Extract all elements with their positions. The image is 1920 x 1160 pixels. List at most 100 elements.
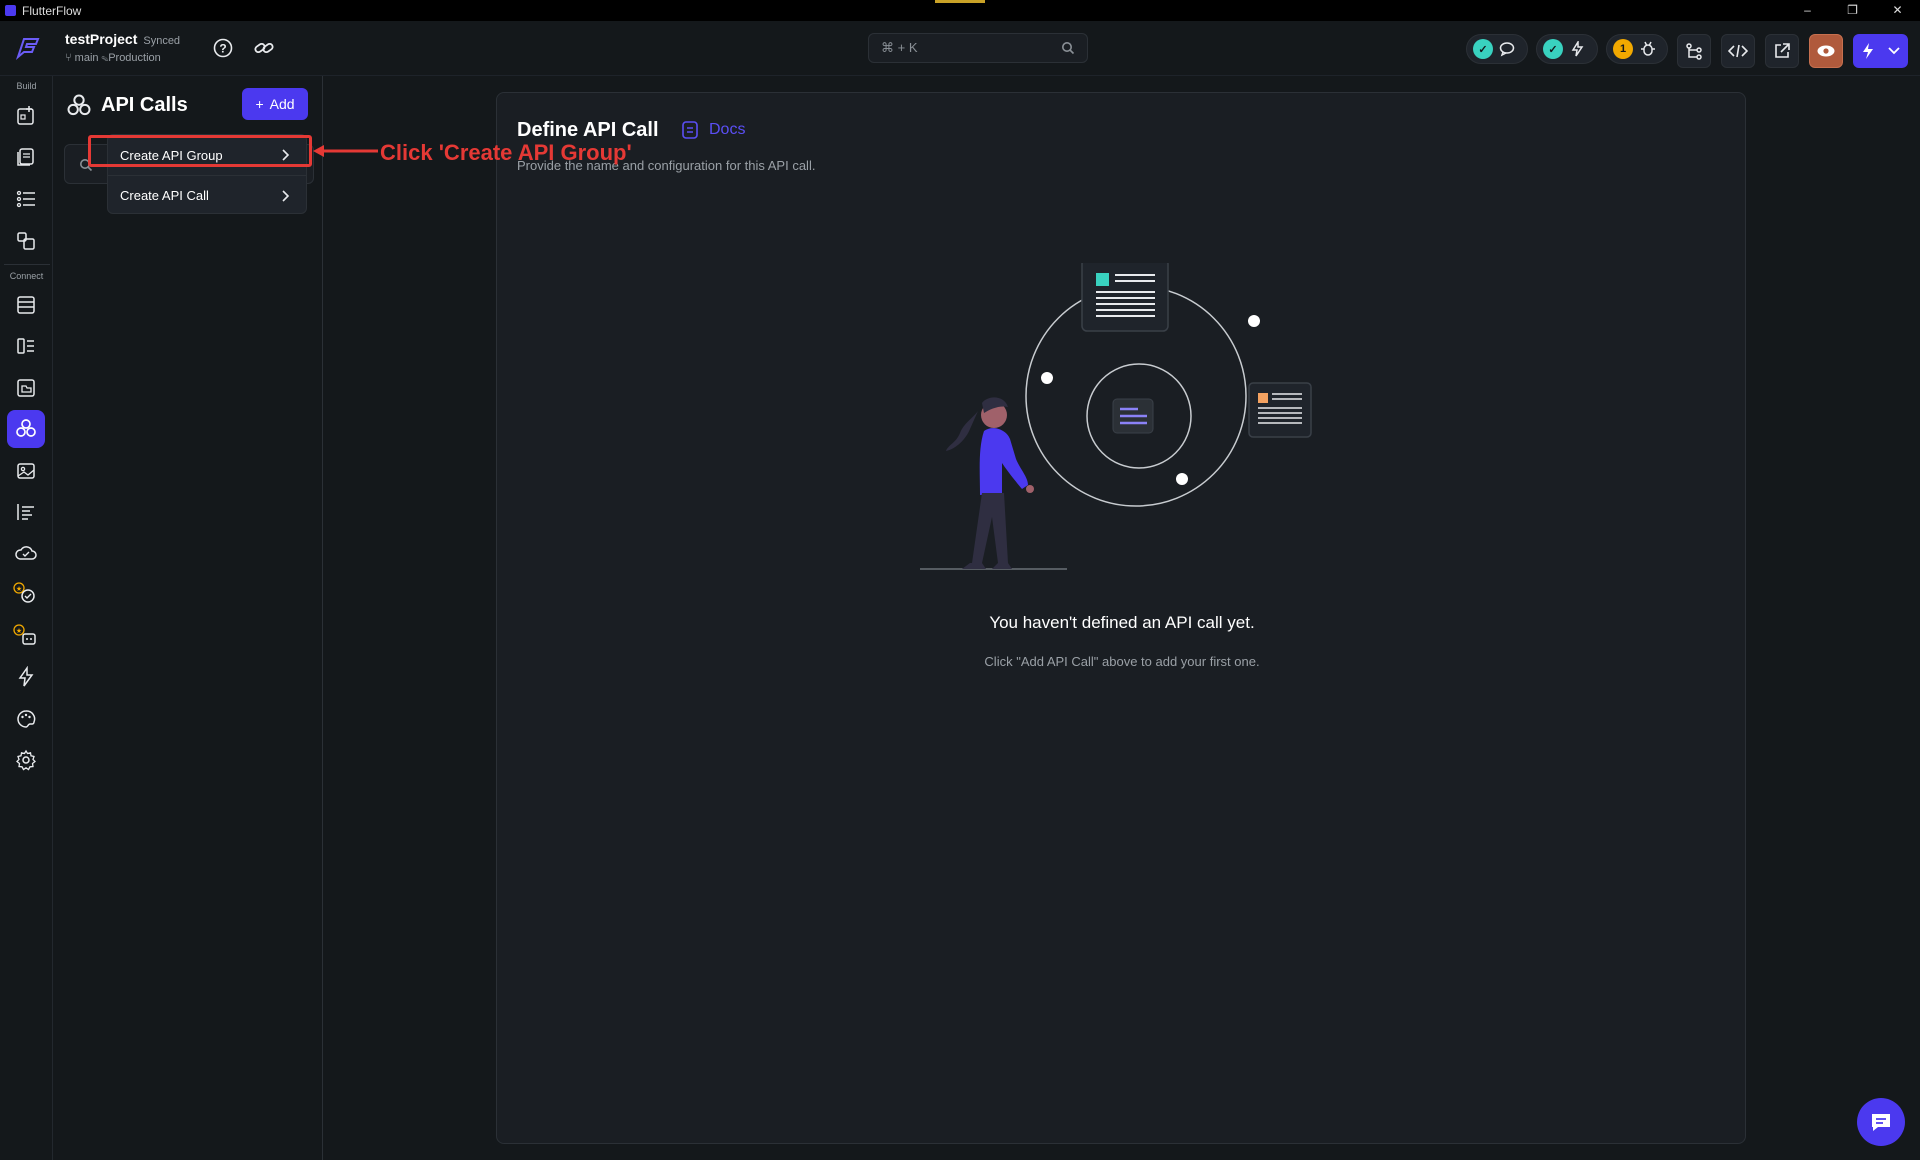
docs-link[interactable]: Docs xyxy=(681,120,745,140)
lightning-icon xyxy=(18,666,34,687)
project-info[interactable]: testProject Synced ⑂ main ✎Production xyxy=(65,31,180,64)
preview-button[interactable] xyxy=(1809,34,1843,68)
panel-title: API Calls xyxy=(101,94,188,116)
check-icon: ✓ xyxy=(1473,39,1493,59)
code-view-button[interactable] xyxy=(1721,34,1755,68)
code-icon xyxy=(1728,44,1748,58)
rail-item-media-assets[interactable] xyxy=(7,452,45,490)
chevron-right-icon xyxy=(282,189,290,202)
rail-item-add-page[interactable] xyxy=(7,97,45,135)
build-status-pill[interactable]: ✓ xyxy=(1536,34,1598,64)
sync-status: Synced xyxy=(143,35,181,47)
build-section-label: Build xyxy=(16,81,37,91)
branch-name: main xyxy=(74,52,99,64)
annotation-highlight-box xyxy=(88,135,312,167)
annotation-label: Click 'Create API Group' xyxy=(380,140,632,165)
branch-info: ⑂ main ✎Production xyxy=(65,52,180,64)
flutterflow-logo-icon[interactable] xyxy=(12,33,42,63)
tree-list-icon xyxy=(16,190,35,208)
check-icon: ✓ xyxy=(1543,39,1563,59)
restore-button[interactable]: ❐ xyxy=(1830,0,1875,21)
lightning-icon xyxy=(1862,43,1873,59)
external-link-icon xyxy=(1775,43,1790,58)
help-icon[interactable]: ? xyxy=(210,35,236,61)
rail-item-theme[interactable] xyxy=(7,700,45,738)
window-controls: – ❐ ✕ xyxy=(1785,0,1920,21)
svg-text:?: ? xyxy=(219,42,226,56)
issues-pill[interactable]: 1 xyxy=(1606,34,1668,64)
nav-rail: Build Connect ★ ★ xyxy=(0,76,53,1160)
environment-name: Production xyxy=(108,52,161,64)
rail-item-agents[interactable]: ★ xyxy=(7,617,45,655)
rail-item-app-state[interactable] xyxy=(7,327,45,365)
rail-item-components[interactable] xyxy=(7,222,45,260)
chat-icon xyxy=(1872,1114,1890,1131)
rail-divider xyxy=(4,264,50,265)
empty-state-title: You haven't defined an API call yet. xyxy=(989,613,1255,632)
collaboration-status-pill[interactable]: ✓ xyxy=(1466,34,1528,64)
search-icon xyxy=(1062,42,1075,55)
connect-section-label: Connect xyxy=(9,271,44,281)
empty-state-subtitle: Click "Add API Call" above to add your f… xyxy=(984,654,1260,669)
project-name: testProject xyxy=(65,31,138,47)
window-titlebar: FlutterFlow – ❐ ✕ xyxy=(0,0,1920,21)
api-calls-panel: API Calls + Add Create API Group Create … xyxy=(53,76,323,1160)
rail-item-settings[interactable] xyxy=(7,741,45,779)
add-button[interactable]: + Add xyxy=(242,88,308,120)
chat-bubbles-icon xyxy=(1499,42,1515,57)
branch-icon: ⑂ xyxy=(65,52,72,64)
branch-tree-icon xyxy=(1686,43,1702,60)
rail-item-tests[interactable]: ★ xyxy=(7,575,45,613)
api-calls-icon xyxy=(16,419,36,437)
api-calls-icon xyxy=(67,94,91,116)
palette-icon xyxy=(17,710,36,728)
top-header: testProject Synced ⑂ main ✎Production ? ⌘… xyxy=(0,21,1920,76)
annotation-arrow-icon xyxy=(313,145,378,157)
rail-item-cloud-functions[interactable] xyxy=(7,534,45,572)
flutterflow-app-icon xyxy=(5,5,16,16)
command-search[interactable]: ⌘ + K xyxy=(868,33,1088,63)
page-title: Define API Call xyxy=(517,119,659,141)
eye-icon xyxy=(1817,45,1835,57)
rail-item-widget-tree[interactable] xyxy=(7,180,45,218)
flutterflow-app: FlutterFlow – ❐ ✕ testProject Synced ⑂ ma… xyxy=(0,0,1920,1160)
add-button-label: Add xyxy=(269,96,295,112)
lightning-icon xyxy=(1571,41,1584,57)
close-button[interactable]: ✕ xyxy=(1875,0,1920,21)
app-state-icon xyxy=(17,338,34,354)
run-menu-button[interactable] xyxy=(1853,34,1908,68)
open-external-button[interactable] xyxy=(1765,34,1799,68)
rail-item-api-calls[interactable] xyxy=(7,410,45,448)
bug-icon xyxy=(1641,41,1655,56)
minimize-button[interactable]: – xyxy=(1785,0,1830,21)
align-left-icon xyxy=(17,504,34,520)
window-title: FlutterFlow xyxy=(22,3,82,18)
components-icon xyxy=(17,232,35,250)
docs-label: Docs xyxy=(709,121,746,138)
svg-text:★: ★ xyxy=(16,585,22,593)
define-api-call-card: Define API Call Docs Provide the name an… xyxy=(496,92,1746,1144)
menu-item-create-api-call[interactable]: Create API Call xyxy=(108,175,306,215)
rail-item-database[interactable] xyxy=(7,286,45,324)
chevron-down-icon xyxy=(1888,47,1900,55)
search-shortcut: ⌘ + K xyxy=(881,40,918,55)
support-chat-button[interactable] xyxy=(1857,1098,1905,1146)
image-icon xyxy=(17,463,35,479)
file-folder-icon xyxy=(17,379,35,397)
rail-item-actions[interactable] xyxy=(7,658,45,696)
star-badge-check-icon: ★ xyxy=(13,582,35,603)
link-icon[interactable] xyxy=(251,35,277,61)
rail-item-custom-code[interactable] xyxy=(7,493,45,531)
issue-count-badge: 1 xyxy=(1613,39,1633,59)
add-page-icon xyxy=(17,106,34,125)
rail-item-pages[interactable] xyxy=(7,138,45,176)
document-icon xyxy=(682,121,698,139)
empty-state-illustration xyxy=(920,263,1312,570)
database-icon xyxy=(17,296,35,314)
branching-button[interactable] xyxy=(1677,34,1711,68)
pages-stack-icon xyxy=(17,148,34,166)
menu-item-label: Create API Call xyxy=(120,188,209,203)
titlebar-highlight xyxy=(935,0,985,3)
rail-item-files[interactable] xyxy=(7,369,45,407)
cloud-icon xyxy=(15,546,37,560)
